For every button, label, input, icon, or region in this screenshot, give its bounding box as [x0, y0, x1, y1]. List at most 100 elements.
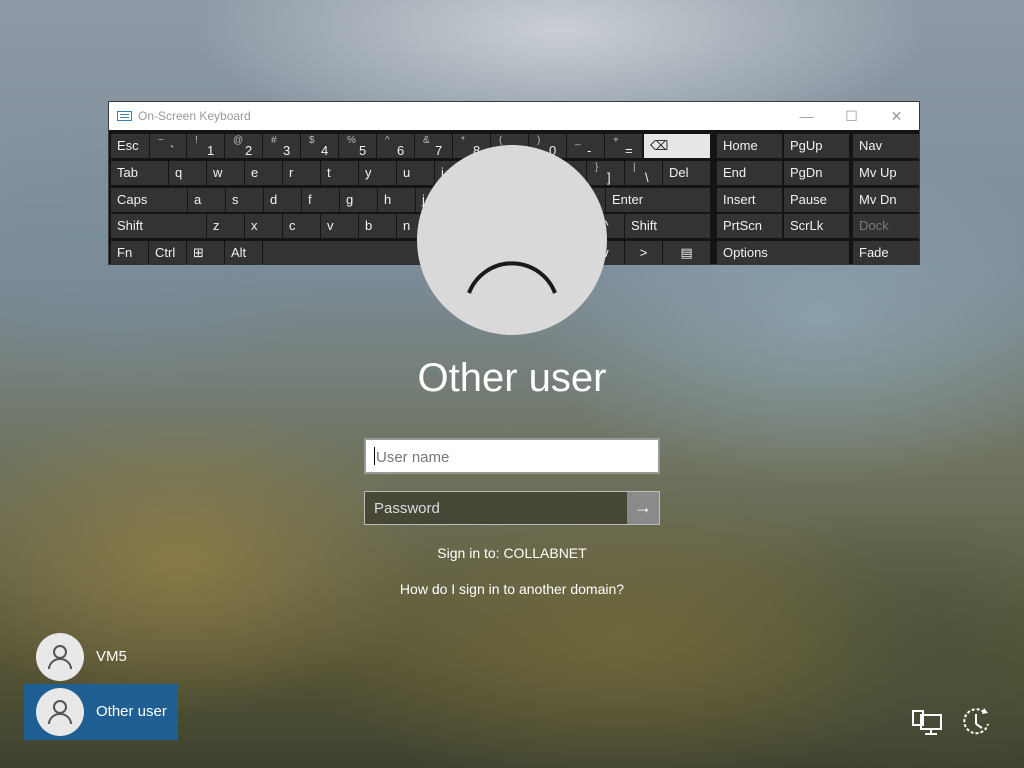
- shift-char: !: [195, 135, 198, 146]
- key-x[interactable]: x: [245, 214, 282, 238]
- key-label: Pause: [790, 192, 827, 207]
- network-icon[interactable]: [910, 704, 946, 740]
- key-y[interactable]: y: [359, 161, 396, 185]
- key-sym-4-9[interactable]: >: [625, 241, 662, 265]
- key-7[interactable]: & 7: [415, 134, 452, 158]
- key-tab[interactable]: Tab: [111, 161, 168, 185]
- osk-title-bar[interactable]: On-Screen Keyboard — ☐ ✕: [109, 102, 919, 130]
- key-v[interactable]: v: [321, 214, 358, 238]
- shift-char: @: [233, 135, 244, 146]
- key-2[interactable]: @2: [225, 134, 262, 158]
- key-t[interactable]: t: [321, 161, 358, 185]
- key-6[interactable]: ^ 6: [377, 134, 414, 158]
- user-tile-other-user[interactable]: Other user: [24, 684, 178, 740]
- shift-char: &: [423, 135, 430, 146]
- key-1[interactable]: ! 1: [187, 134, 224, 158]
- key-3[interactable]: #3: [263, 134, 300, 158]
- key-fade[interactable]: Fade: [853, 241, 919, 265]
- key-q[interactable]: q: [169, 161, 206, 185]
- key-u[interactable]: u: [397, 161, 434, 185]
- key-r[interactable]: r: [283, 161, 320, 185]
- person-icon: [48, 700, 72, 725]
- key-d[interactable]: d: [264, 188, 301, 212]
- key-home[interactable]: Home: [717, 134, 782, 158]
- key-label: Fade: [859, 245, 889, 260]
- other-domain-link[interactable]: How do I sign in to another domain?: [0, 581, 1024, 597]
- key-4[interactable]: $4: [301, 134, 338, 158]
- key-label: Caps: [117, 192, 148, 207]
- key-sym-0-12[interactable]: _ -: [567, 134, 604, 158]
- key-end[interactable]: End: [717, 161, 782, 185]
- key-b[interactable]: b: [359, 214, 396, 238]
- key-esc[interactable]: Esc: [111, 134, 149, 158]
- key-label: Ctrl: [155, 245, 176, 260]
- key-ctrl[interactable]: Ctrl: [149, 241, 186, 265]
- key-mv-up[interactable]: Mv Up: [853, 161, 919, 185]
- maximize-button[interactable]: ☐: [829, 102, 874, 130]
- key-label: End: [723, 165, 747, 180]
- key-dock[interactable]: Dock: [853, 214, 919, 238]
- key-sym-1-13[interactable]: | \: [625, 161, 662, 185]
- primary-char: ]: [607, 170, 611, 185]
- key-sym-0-13[interactable]: + =: [605, 134, 642, 158]
- key-shift[interactable]: Shift: [111, 214, 206, 238]
- key-enter[interactable]: Enter: [606, 188, 710, 212]
- key-e[interactable]: e: [245, 161, 282, 185]
- key-h[interactable]: h: [378, 188, 415, 212]
- key-nav[interactable]: Nav: [853, 134, 919, 158]
- key-alt[interactable]: Alt: [225, 241, 262, 265]
- key-label: h: [384, 192, 392, 207]
- shift-char: +: [613, 135, 619, 146]
- key-sym-0-1[interactable]: ~ `: [150, 134, 186, 158]
- key-pause[interactable]: Pause: [784, 188, 849, 212]
- key-pgdn[interactable]: PgDn: [784, 161, 849, 185]
- backspace-key[interactable]: ⌫: [644, 134, 710, 158]
- shift-char: ~: [158, 135, 164, 146]
- windows-key[interactable]: ⊞: [187, 241, 224, 265]
- key-prtscn[interactable]: PrtScn: [717, 214, 782, 238]
- key-g[interactable]: g: [340, 188, 377, 212]
- password-field[interactable]: Password →: [364, 491, 660, 525]
- key-c[interactable]: c: [283, 214, 320, 238]
- key-label: r: [289, 165, 294, 180]
- key-caps[interactable]: Caps: [111, 188, 187, 212]
- key-scrlk[interactable]: ScrLk: [784, 214, 849, 238]
- username-field[interactable]: User name: [364, 438, 660, 474]
- osk-title: On-Screen Keyboard: [138, 109, 251, 123]
- key-f[interactable]: f: [302, 188, 339, 212]
- avatar: [36, 633, 84, 681]
- user-name-label: Other user: [96, 703, 167, 720]
- key-s[interactable]: s: [226, 188, 263, 212]
- shift-char: (: [499, 135, 503, 146]
- minimize-button[interactable]: —: [784, 102, 829, 130]
- key-5[interactable]: % 5: [339, 134, 376, 158]
- key-label: g: [346, 192, 354, 207]
- close-button[interactable]: ✕: [874, 102, 919, 130]
- key-label: Options: [723, 245, 768, 260]
- key-label: PgUp: [790, 138, 823, 153]
- shift-char: *: [461, 135, 465, 146]
- user-avatar-large: [417, 145, 607, 335]
- key-sym-1-12[interactable]: }]: [587, 161, 624, 185]
- key-z[interactable]: z: [207, 214, 244, 238]
- ease-of-access-icon[interactable]: [958, 704, 994, 740]
- key-label: PgDn: [790, 165, 823, 180]
- shift-char: |: [633, 162, 636, 173]
- user-tile-vm5[interactable]: VM5: [24, 629, 178, 685]
- shift-char: ^: [385, 135, 390, 146]
- key-mv-dn[interactable]: Mv Dn: [853, 188, 919, 212]
- key-a[interactable]: a: [188, 188, 225, 212]
- primary-char: 2: [245, 143, 253, 158]
- key-del[interactable]: Del: [663, 161, 710, 185]
- submit-arrow-button[interactable]: →: [627, 492, 659, 524]
- key-fn[interactable]: Fn: [111, 241, 148, 265]
- key-shift[interactable]: Shift: [625, 214, 710, 238]
- key-w[interactable]: w: [207, 161, 244, 185]
- key-insert[interactable]: Insert: [717, 188, 782, 212]
- key-label: ▤: [680, 245, 693, 260]
- key-sym-4-10[interactable]: ▤: [663, 241, 710, 265]
- primary-char: =: [625, 143, 633, 158]
- key-options[interactable]: Options: [717, 241, 849, 265]
- key-pgup[interactable]: PgUp: [784, 134, 849, 158]
- primary-char: 1: [207, 143, 215, 158]
